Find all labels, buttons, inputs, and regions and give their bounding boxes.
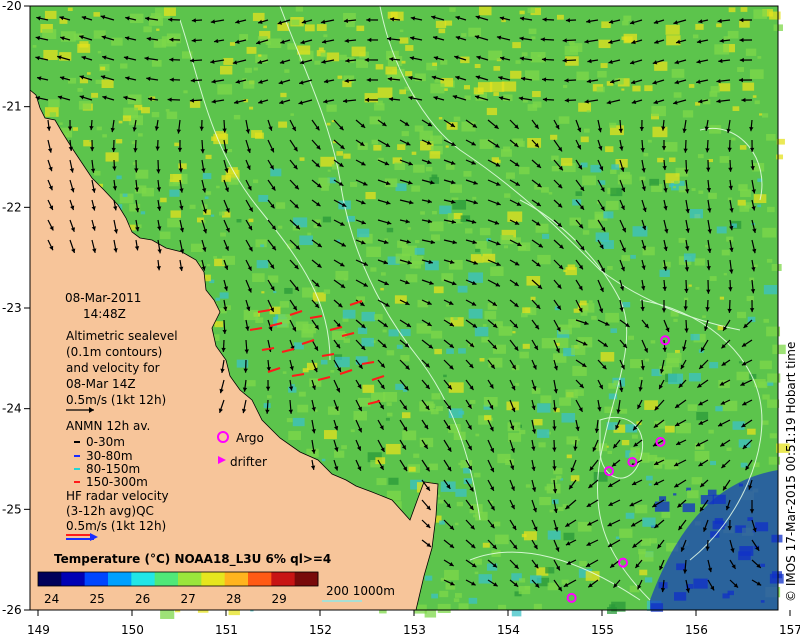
colorbar-segment	[84, 572, 109, 586]
altimetry-line-1: Altimetric sealevel	[66, 329, 178, 343]
colorbar-title: Temperature (°C) NOAA18_L3U 6% ql>=4	[54, 552, 331, 567]
colorbar-tick-label: 28	[226, 592, 241, 606]
lon-tick-label: 154	[497, 623, 520, 637]
info-time: 14:48Z	[83, 307, 126, 321]
info-date: 08-Mar-2011	[65, 291, 141, 305]
colorbar-segment	[61, 572, 86, 586]
anmn-label-2: 80-150m	[86, 462, 140, 476]
lat-tick-label: -25	[2, 502, 22, 516]
lon-tick-label: 156	[685, 623, 708, 637]
longitude-axis: 149 150 151 152 153 154 155 156 157	[27, 610, 800, 637]
lat-tick-label: -26	[2, 603, 22, 617]
lat-tick-label: -23	[2, 301, 22, 315]
lon-tick-label: 152	[309, 623, 332, 637]
colorbar-segment	[38, 572, 62, 586]
altimetry-line-5: 0.5m/s (1kt 12h)	[66, 393, 166, 407]
colorbar-tick-label: 26	[135, 592, 150, 606]
colorbar-segment	[131, 572, 156, 586]
lon-tick-label: 149	[27, 623, 50, 637]
anmn-label-3: 150-300m	[86, 475, 148, 489]
lon-tick-label: 151	[215, 623, 238, 637]
colorbar-tick-label: 24	[44, 592, 59, 606]
colorbar-segment	[224, 572, 249, 586]
colorbar-tick-label: 27	[181, 592, 196, 606]
colorbar-segment	[108, 572, 132, 586]
colorbar	[38, 572, 319, 586]
colorbar-tick-label: 25	[90, 592, 105, 606]
lat-tick-label: -22	[2, 200, 22, 214]
colorbar-segment	[294, 572, 319, 586]
hf-line-1: HF radar velocity	[66, 489, 169, 503]
altimetry-line-3: and velocity for	[66, 361, 160, 375]
drifter-legend-label: drifter	[230, 455, 267, 469]
lat-tick-label: -24	[2, 402, 22, 416]
anmn-label-1: 30-80m	[86, 449, 133, 463]
argo-legend-label: Argo	[236, 431, 264, 445]
colorbar-tick-label: 29	[272, 592, 287, 606]
altimetry-line-2: (0.1m contours)	[66, 345, 162, 359]
colorbar-segment	[271, 572, 296, 586]
altimetry-line-4: 08-Mar 14Z	[66, 377, 136, 391]
depth-legend: 200 1000m	[326, 584, 395, 598]
anmn-title: ANMN 12h av.	[66, 419, 150, 433]
hf-line-3: 0.5m/s (1kt 12h)	[66, 519, 166, 533]
colorbar-segment	[201, 572, 226, 586]
hf-line-2: (3-12h avg)QC	[66, 504, 154, 518]
lat-tick-label: -20	[2, 0, 22, 13]
colorbar-segment	[154, 572, 179, 586]
lon-tick-label: 157	[779, 623, 800, 637]
lon-tick-label: 150	[121, 623, 144, 637]
lon-tick-label: 155	[591, 623, 614, 637]
colorbar-segment	[178, 572, 202, 586]
anmn-label-0: 0-30m	[86, 435, 125, 449]
colorbar-segment	[248, 572, 272, 586]
map-canvas: -20 -21 -22 -23 -24 -25 -26 149 150 151 152 153 154…	[2, 0, 800, 637]
lat-tick-label: -21	[2, 100, 22, 114]
lon-tick-label: 153	[403, 623, 426, 637]
credit-text: © IMOS 17-Mar-2015 00:51:19 Hobart time	[784, 342, 798, 602]
latitude-axis: -20 -21 -22 -23 -24 -25 -26	[2, 0, 30, 617]
